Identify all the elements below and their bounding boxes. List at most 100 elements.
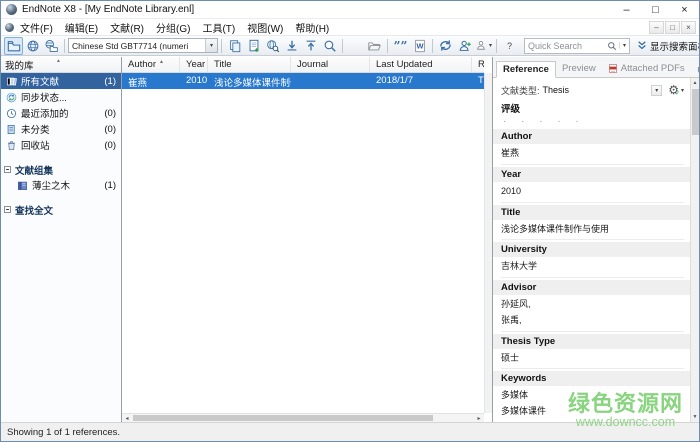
collapse-icon[interactable] <box>4 166 11 173</box>
field-value-author[interactable]: 崔燕 <box>501 144 684 165</box>
double-chevron-down-icon <box>637 40 647 51</box>
column-header-title[interactable]: Title <box>208 57 291 72</box>
quick-search-input[interactable]: Quick Search ▾ <box>524 38 630 54</box>
group-set-my-groups[interactable]: 文献组集 <box>1 162 121 177</box>
sidebar-item-count: (1) <box>104 76 118 87</box>
output-style-dropdown[interactable]: Chinese Std GBT7714 (numeri ▾ <box>68 38 218 53</box>
chevron-down-icon: ▾ <box>489 42 492 49</box>
menu-references[interactable]: 文献(R) <box>104 20 150 35</box>
sync-status-icon <box>5 91 17 103</box>
reference-type-dropdown[interactable]: ▾ <box>651 85 662 96</box>
sidebar-item-all-references[interactable]: 所有文献 (1) <box>1 73 121 89</box>
copy-to-local-library-button[interactable] <box>225 37 244 55</box>
new-reference-button[interactable] <box>244 37 263 55</box>
tab-attached-pdfs[interactable]: Attached PDFs <box>602 60 691 77</box>
sidebar-item-recently-added[interactable]: 最近添加的 (0) <box>1 105 121 121</box>
sidebar-item-sync-status[interactable]: 同步状态... <box>1 89 121 105</box>
format-bibliography-button[interactable]: W <box>410 37 429 55</box>
export-button[interactable] <box>301 37 320 55</box>
local-library-mode-button[interactable] <box>4 37 23 55</box>
sidebar-item-label: 最近添加的 <box>21 106 69 120</box>
sidebar-item-trash[interactable]: 回收站 (0) <box>1 137 121 153</box>
column-header-reference-type[interactable]: Re <box>472 57 484 72</box>
paperclip-icon <box>697 63 700 75</box>
reference-row-selected[interactable]: 崔燕 2010 浅论多媒体课件制作与使用 2018/1/7 Th <box>122 73 484 89</box>
find-fulltext-button[interactable] <box>320 37 339 55</box>
sidebar-header[interactable]: 我的库 ▲ <box>1 57 121 73</box>
cell-author: 崔燕 <box>122 73 180 89</box>
scroll-left-icon[interactable]: ◂ <box>122 415 132 422</box>
panel-vertical-scrollbar[interactable]: ▲ ▼ <box>690 78 699 422</box>
menu-bar: 文件(F) 编辑(E) 文献(R) 分组(G) 工具(T) 视图(W) 帮助(H… <box>1 19 699 36</box>
share-library-button[interactable] <box>455 37 474 55</box>
child-minimize-button[interactable]: – <box>649 21 664 34</box>
menu-help[interactable]: 帮助(H) <box>289 20 335 35</box>
toolbar-separator <box>432 39 433 53</box>
group-set-label: 查找全文 <box>15 203 53 217</box>
integrated-mode-button[interactable] <box>42 37 61 55</box>
list-horizontal-scrollbar[interactable]: ◂ ▸ <box>122 413 484 422</box>
child-window-controls: – □ × <box>648 21 696 34</box>
sync-button[interactable] <box>436 37 455 55</box>
tab-reference[interactable]: Reference <box>496 61 556 78</box>
menu-tools[interactable]: 工具(T) <box>196 20 241 35</box>
user-account-button[interactable]: ▾ <box>474 37 493 55</box>
column-header-journal[interactable]: Journal <box>291 57 370 72</box>
column-header-author[interactable]: Author▲ <box>122 57 180 72</box>
copy-documents-icon <box>228 39 242 53</box>
menu-window[interactable]: 视图(W) <box>241 20 289 35</box>
list-vertical-scrollbar[interactable] <box>484 73 492 413</box>
sidebar-item-count: (0) <box>104 124 118 135</box>
search-icon[interactable] <box>607 41 617 51</box>
open-file-button[interactable] <box>365 37 384 55</box>
list-column-headers: Author▲ Year Title Journal Last Updated … <box>122 57 484 73</box>
menu-edit[interactable]: 编辑(E) <box>59 20 104 35</box>
sidebar-item-label: 所有文献 <box>21 74 59 88</box>
collapse-icon[interactable] <box>4 206 11 213</box>
menu-groups[interactable]: 分组(G) <box>150 20 196 35</box>
online-search-button[interactable] <box>263 37 282 55</box>
child-restore-button[interactable]: □ <box>665 21 680 34</box>
minimize-button[interactable]: – <box>612 1 641 18</box>
field-value-keywords[interactable]: 多媒体 多媒体课件 多媒体教学 <box>501 386 684 422</box>
scroll-right-icon[interactable]: ▸ <box>474 415 484 422</box>
sync-arrows-icon <box>438 38 453 53</box>
svg-text:W: W <box>416 41 423 50</box>
column-header-year[interactable]: Year <box>180 57 208 72</box>
attach-file-button[interactable] <box>346 37 365 55</box>
reference-type-value: Thesis <box>543 85 570 95</box>
new-document-icon <box>247 39 261 53</box>
scrollbar-thumb[interactable] <box>133 415 433 421</box>
close-button[interactable]: × <box>670 1 699 18</box>
field-value-title[interactable]: 浅论多媒体课件制作与使用 <box>501 220 684 241</box>
menu-file[interactable]: 文件(F) <box>14 20 59 35</box>
document-window-icon[interactable] <box>5 23 14 32</box>
search-options-caret-icon[interactable]: ▾ <box>619 42 626 49</box>
main-area: 我的库 ▲ 所有文献 (1) 同步状态... 最近添加的 (0) 未分类 <box>1 57 699 422</box>
group-set-find-fulltext[interactable]: 查找全文 <box>1 202 121 217</box>
field-value-advisor[interactable]: 孙延风, 张禹, <box>501 295 684 332</box>
sidebar-item-custom-group[interactable]: 薄尘之木 (1) <box>1 177 121 193</box>
insert-citation-button[interactable]: ”” <box>391 37 410 55</box>
show-search-panel-button[interactable]: 显示搜索面板 <box>637 39 700 53</box>
sidebar-header-label: 我的库 <box>5 58 34 72</box>
import-button[interactable] <box>282 37 301 55</box>
field-value-thesis-type[interactable]: 硕士 <box>501 349 684 370</box>
help-button[interactable]: ? <box>500 37 519 55</box>
field-value-year[interactable]: 2010 <box>501 182 684 203</box>
column-header-last-updated[interactable]: Last Updated <box>370 57 472 72</box>
online-search-mode-button[interactable] <box>23 37 42 55</box>
child-close-button[interactable]: × <box>681 21 696 34</box>
toolbar-separator <box>342 39 343 53</box>
scroll-up-icon[interactable]: ▲ <box>693 78 698 88</box>
field-value-university[interactable]: 吉林大学 <box>501 257 684 278</box>
panel-options-button[interactable]: ⚙ ✓ ▾ <box>668 84 684 96</box>
scroll-down-icon[interactable]: ▼ <box>693 412 698 422</box>
scrollbar-thumb[interactable] <box>692 89 699 135</box>
tab-attach-file[interactable] <box>691 60 700 77</box>
help-icon: ? <box>503 39 516 52</box>
sidebar-item-unfiled[interactable]: 未分类 (0) <box>1 121 121 137</box>
rating-stars[interactable]: · · · · · <box>503 116 684 127</box>
tab-preview[interactable]: Preview <box>556 60 602 77</box>
maximize-button[interactable]: □ <box>641 1 670 18</box>
